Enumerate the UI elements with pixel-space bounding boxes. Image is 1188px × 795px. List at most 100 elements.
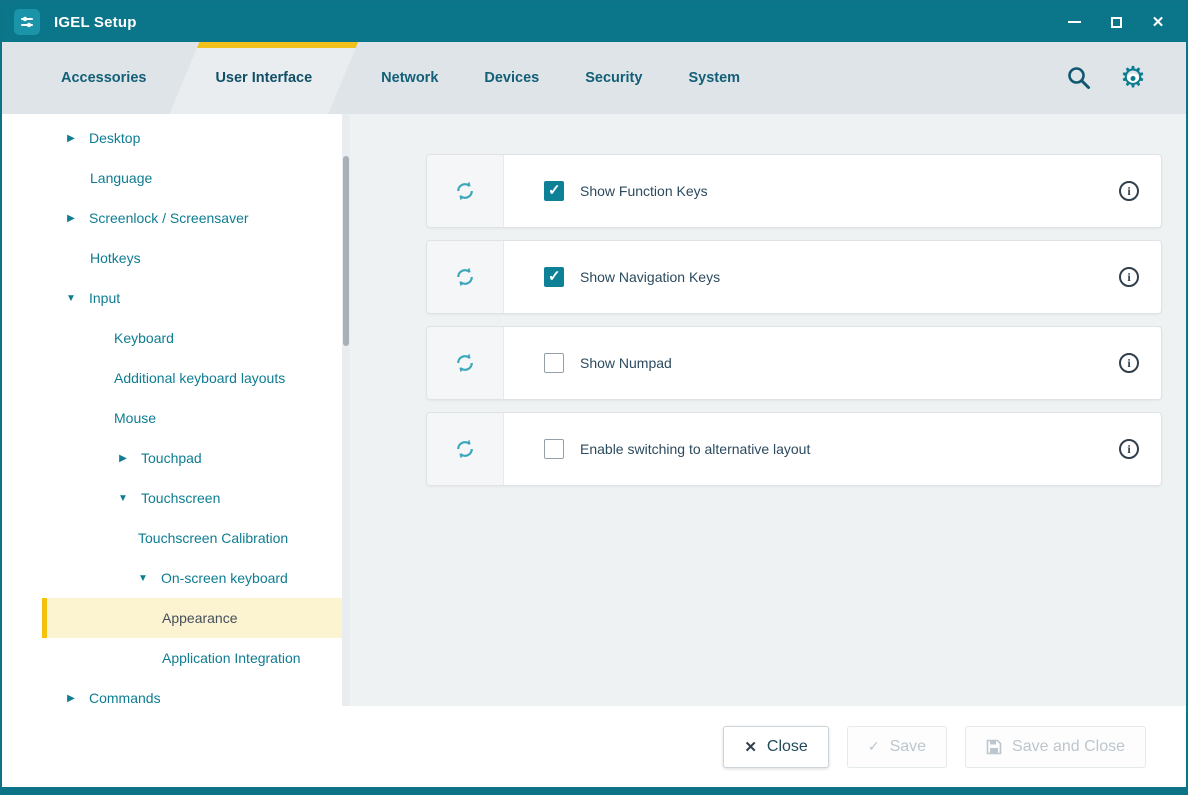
checkbox-show-numpad[interactable] <box>544 353 564 373</box>
titlebar: IGEL Setup ✕ <box>2 2 1186 42</box>
setup-gear-eye-icon[interactable]: ⚙ <box>1118 63 1148 93</box>
save-and-close-button[interactable]: Save and Close <box>965 726 1146 768</box>
tab-accessories[interactable]: Accessories <box>38 42 169 114</box>
sync-arrows-icon <box>453 351 477 375</box>
sidebar-item-label: Keyboard <box>114 330 174 346</box>
chevron-right-icon[interactable] <box>62 693 80 704</box>
chevron-down-icon[interactable] <box>62 293 80 304</box>
sidebar-item-keyboard[interactable]: Keyboard <box>2 318 342 358</box>
info-icon[interactable]: i <box>1119 267 1139 287</box>
search-icon[interactable] <box>1066 65 1092 91</box>
settings-panel: Show Function Keys i Show Navigation K <box>350 114 1186 706</box>
sidebar-item-additional-keyboard-layouts[interactable]: Additional keyboard layouts <box>2 358 342 398</box>
minimize-icon <box>1068 21 1081 23</box>
tab-label: System <box>688 70 740 86</box>
sidebar-item-label: Screenlock / Screensaver <box>89 210 249 226</box>
sidebar-item-screenlock-screensaver[interactable]: Screenlock / Screensaver <box>2 198 342 238</box>
setting-label: Enable switching to alternative layout <box>580 441 810 457</box>
igel-logo-icon <box>14 9 40 35</box>
sidebar-item-hotkeys[interactable]: Hotkeys <box>2 238 342 278</box>
close-x-icon: ✕ <box>744 738 757 756</box>
sidebar-item-label: Appearance <box>162 610 238 626</box>
reset-button[interactable] <box>427 327 504 399</box>
setting-row-show-navigation-keys: Show Navigation Keys i <box>426 240 1162 314</box>
checkbox-show-navigation-keys[interactable] <box>544 267 564 287</box>
tab-label: Security <box>585 70 642 86</box>
sidebar-item-on-screen-keyboard[interactable]: On-screen keyboard <box>2 558 342 598</box>
tab-security[interactable]: Security <box>562 42 665 114</box>
chevron-right-icon[interactable] <box>114 453 132 464</box>
setting-label: Show Navigation Keys <box>580 269 720 285</box>
sync-arrows-icon <box>453 437 477 461</box>
tabbar-icons: ⚙ <box>1066 42 1148 114</box>
minimize-button[interactable] <box>1058 8 1090 36</box>
setting-label: Show Numpad <box>580 355 672 371</box>
sidebar-item-label: On-screen keyboard <box>161 570 288 586</box>
sidebar-scrollbar[interactable] <box>342 114 350 706</box>
sidebar-item-label: Commands <box>89 690 161 706</box>
chevron-right-icon[interactable] <box>62 133 80 144</box>
sidebar-item-label: Touchscreen <box>141 490 220 506</box>
sidebar-item-touchscreen-calibration[interactable]: Touchscreen Calibration <box>2 518 342 558</box>
sidebar-item-label: Input <box>89 290 120 306</box>
setting-row-show-numpad: Show Numpad i <box>426 326 1162 400</box>
window-close-button[interactable]: ✕ <box>1142 8 1174 36</box>
sidebar-item-label: Additional keyboard layouts <box>114 370 285 386</box>
close-icon: ✕ <box>1152 15 1165 30</box>
chevron-down-icon[interactable] <box>114 493 132 504</box>
window-controls: ✕ <box>1058 8 1174 36</box>
window-bottom-border <box>2 787 1186 793</box>
sidebar-item-touchpad[interactable]: Touchpad <box>2 438 342 478</box>
maximize-icon <box>1111 17 1122 28</box>
checkbox-show-function-keys[interactable] <box>544 181 564 201</box>
setting-row-enable-alternative-layout: Enable switching to alternative layout i <box>426 412 1162 486</box>
maximize-button[interactable] <box>1100 8 1132 36</box>
chevron-right-icon[interactable] <box>62 213 80 224</box>
setting-row-show-function-keys: Show Function Keys i <box>426 154 1162 228</box>
save-button-label: Save <box>890 738 926 756</box>
sidebar-item-mouse[interactable]: Mouse <box>2 398 342 438</box>
sidebar-item-application-integration[interactable]: Application Integration <box>2 638 342 678</box>
reset-button[interactable] <box>427 155 504 227</box>
scrollbar-thumb[interactable] <box>343 156 349 346</box>
sidebar-item-appearance[interactable]: Appearance <box>42 598 342 638</box>
reset-button[interactable] <box>427 241 504 313</box>
sidebar-item-label: Hotkeys <box>90 250 141 266</box>
reset-button[interactable] <box>427 413 504 485</box>
floppy-disk-icon <box>986 739 1002 755</box>
tab-label: Devices <box>484 70 539 86</box>
sidebar-item-input[interactable]: Input <box>2 278 342 318</box>
sidebar-item-label: Application Integration <box>162 650 301 666</box>
sidebar-item-label: Desktop <box>89 130 140 146</box>
checkbox-enable-alternative-layout[interactable] <box>544 439 564 459</box>
info-icon[interactable]: i <box>1119 353 1139 373</box>
tab-devices[interactable]: Devices <box>461 42 562 114</box>
tab-network[interactable]: Network <box>358 42 461 114</box>
tab-user-interface[interactable]: User Interface <box>169 42 358 114</box>
save-button[interactable]: ✓ Save <box>847 726 947 768</box>
chevron-down-icon[interactable] <box>134 573 152 584</box>
tab-bar: Accessories User Interface Network Devic… <box>2 42 1186 114</box>
tab-label: User Interface <box>215 70 312 86</box>
sync-arrows-icon <box>453 265 477 289</box>
igel-setup-window: IGEL Setup ✕ Accessories User Interface … <box>0 0 1188 795</box>
sidebar-item-label: Mouse <box>114 410 156 426</box>
setting-label: Show Function Keys <box>580 183 708 199</box>
info-icon[interactable]: i <box>1119 439 1139 459</box>
sidebar-item-label: Touchscreen Calibration <box>138 530 288 546</box>
info-icon[interactable]: i <box>1119 181 1139 201</box>
sidebar-item-language[interactable]: Language <box>2 158 342 198</box>
sidebar-item-desktop[interactable]: Desktop <box>2 118 342 158</box>
sidebar-item-touchscreen[interactable]: Touchscreen <box>2 478 342 518</box>
check-icon: ✓ <box>868 738 880 755</box>
sidebar-item-commands[interactable]: Commands <box>2 678 342 706</box>
tab-system[interactable]: System <box>665 42 763 114</box>
eye-icon <box>1127 74 1139 83</box>
main-body: Desktop Language Screenlock / Screensave… <box>2 114 1186 706</box>
window-title: IGEL Setup <box>54 14 137 31</box>
close-button[interactable]: ✕ Close <box>723 726 828 768</box>
sidebar-item-label: Touchpad <box>141 450 202 466</box>
sync-arrows-icon <box>453 179 477 203</box>
tab-label: Accessories <box>61 70 146 86</box>
save-and-close-button-label: Save and Close <box>1012 738 1125 756</box>
